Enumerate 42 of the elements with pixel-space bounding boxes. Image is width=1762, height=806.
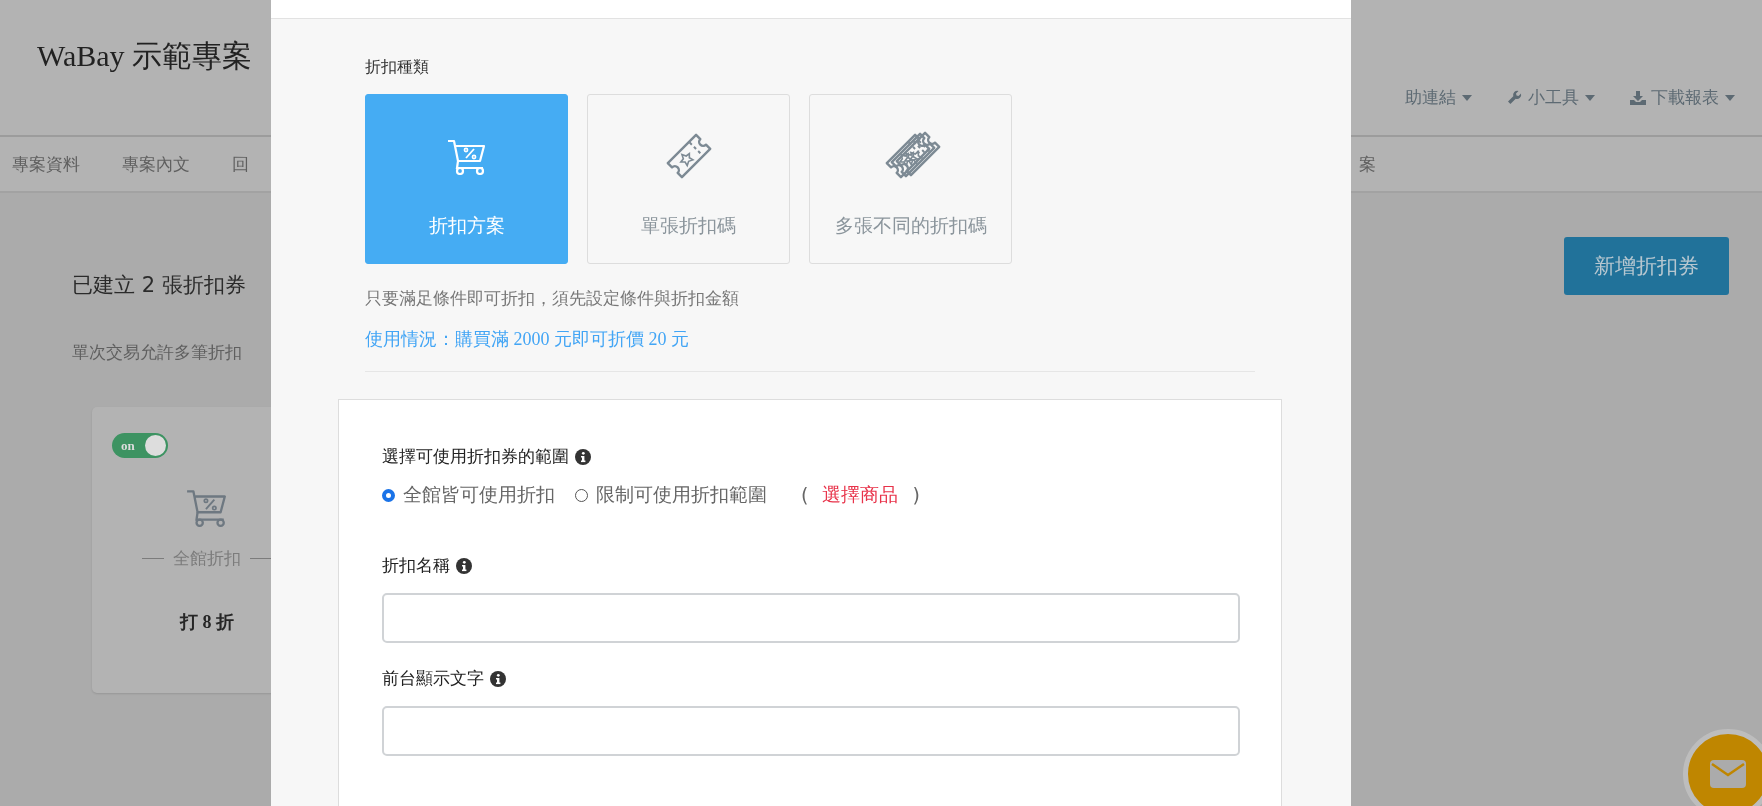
- text-field[interactable]: [382, 593, 1240, 643]
- wrench-icon: [1507, 89, 1523, 106]
- discount-type-option[interactable]: 折扣方案: [365, 94, 568, 264]
- info-icon: [490, 670, 506, 687]
- toggle-switch[interactable]: on: [112, 433, 168, 458]
- nav-menu-item[interactable]: 下載報表: [1630, 86, 1736, 109]
- cart-icon: [185, 487, 229, 527]
- info-icon: [575, 448, 591, 465]
- download-icon: [1630, 89, 1646, 106]
- nav-menu-item[interactable]: 助連結: [1405, 86, 1473, 109]
- field-label: 前台顯示文字: [382, 667, 484, 690]
- bracket-text: ): [912, 484, 920, 506]
- radio-option[interactable]: 限制可使用折扣範圍: [575, 482, 767, 508]
- cart-icon: [445, 137, 488, 175]
- caret-icon: [1724, 93, 1736, 102]
- add-coupon-button[interactable]: 新增折扣券: [1564, 237, 1729, 295]
- section-label: 折扣種類: [365, 57, 430, 78]
- radio-option[interactable]: 全館皆可使用折扣: [382, 482, 555, 508]
- discount-type-option[interactable]: 多張不同的折扣碼: [809, 94, 1012, 264]
- note-text: 單次交易允許多筆折扣: [72, 341, 243, 364]
- nav-menu-item[interactable]: 小工具: [1507, 86, 1596, 109]
- mail-icon: [1710, 758, 1746, 790]
- tab[interactable]: 專案內文: [122, 152, 190, 176]
- description-text: 只要滿足條件即可折扣，須先設定條件與折扣金額: [365, 287, 740, 310]
- discount-text: 打 8 折: [180, 611, 234, 634]
- tab[interactable]: 案: [1359, 152, 1376, 176]
- text-field[interactable]: [382, 706, 1240, 756]
- usage-text: 使用情況：購買滿 2000 元即可折價 20 元: [365, 328, 690, 351]
- page-heading: 已建立 2 張折扣券: [72, 272, 247, 299]
- info-icon: [456, 557, 472, 574]
- field-label: 折扣名稱: [382, 554, 450, 577]
- caret-icon: [1461, 93, 1473, 102]
- site-title: WaBay 示範專案: [37, 38, 253, 74]
- caret-icon: [1584, 93, 1596, 102]
- select-products-link[interactable]: 選擇商品: [822, 482, 899, 508]
- bracket-text: (: [801, 484, 809, 506]
- discount-type-option[interactable]: 單張折扣碼: [587, 94, 790, 264]
- field-label: 選擇可使用折扣券的範圍: [382, 445, 569, 468]
- tab[interactable]: 回: [232, 152, 249, 176]
- radio-button[interactable]: [382, 488, 395, 502]
- tab[interactable]: 專案資料: [12, 152, 80, 176]
- radio-button[interactable]: [575, 488, 588, 502]
